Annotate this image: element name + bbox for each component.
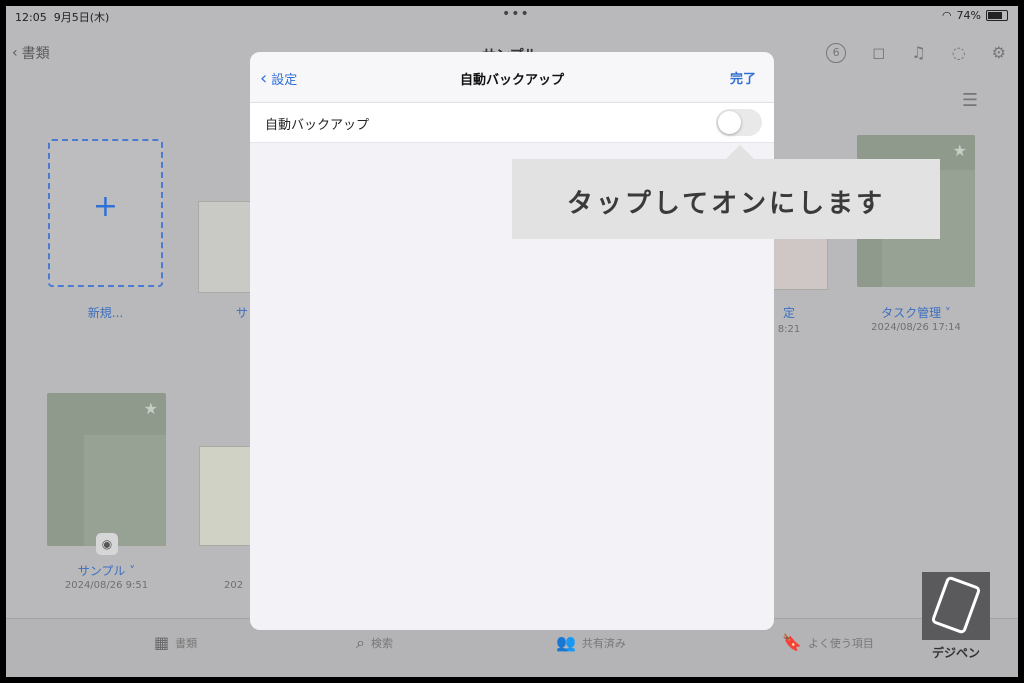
tab-label: 共有済み [581,636,626,650]
battery-icon [986,10,1008,21]
task-date: 2024/08/26 17:14 [871,322,961,333]
document-thumbnail-3[interactable] [768,238,828,290]
auto-backup-toggle[interactable] [716,109,762,136]
document-label-3[interactable]: 定 [774,304,804,321]
toggle-knob [718,111,741,134]
tab-label: 検索 [370,637,393,650]
instruction-callout: タップしてオンにします [512,145,940,239]
toolbar-icons: 6 ◻ ♫ ◌ ⚙ [826,43,1006,63]
modal-title: 自動バックアップ [459,73,564,88]
new-document-label[interactable]: 新規... [48,304,163,321]
tablet-pen-icon [930,575,982,635]
new-document-card[interactable]: + [48,139,163,287]
auto-backup-row: 自動バックアップ [250,103,774,143]
star-icon[interactable]: ★ [144,399,158,418]
document-label-1[interactable]: サ [232,304,252,321]
tab-label: 書類 [175,636,198,650]
chevron-left-icon: ‹ [12,45,18,61]
tab-search[interactable]: ⌕ 検索 [356,633,393,653]
battery-percent: 74% [956,9,981,22]
sample-date: 2024/08/26 9:51 [64,580,149,591]
done-button[interactable]: 完了 [730,68,756,87]
logo-badge [922,572,990,640]
tab-label: よく使う項目 [807,636,874,650]
document-date-3: 8:21 [777,324,801,335]
notebook-sample[interactable]: ★ [47,393,166,546]
multitask-dots-icon[interactable]: ••• [502,6,530,22]
list-view-icon[interactable]: ☰ [962,90,978,111]
back-label: 書類 [21,46,50,62]
search-icon: ⌕ [356,633,365,652]
logo-text: デジペン [931,646,980,660]
shopping-bag-icon[interactable]: ◻ [872,43,885,63]
plus-icon: + [92,189,119,224]
tab-favorites[interactable]: 🔖 よく使う項目 [782,633,874,652]
gear-icon[interactable]: ⚙ [992,43,1006,63]
status-time: 12:05 9月5日(木) [15,11,110,24]
sample-label[interactable]: サンプル ˅ [47,562,166,579]
bell-icon[interactable]: ♫ [911,43,925,63]
people-icon: 👥 [556,633,576,652]
star-icon[interactable]: ★ [953,141,967,160]
check-circle-icon[interactable]: ◌ [952,43,966,63]
status-right: ◠ 74% [942,9,1008,22]
tab-documents[interactable]: ▦ 書類 [154,633,197,652]
callout-arrow [726,145,754,159]
callout-text: タップしてオンにします [566,189,886,219]
back-button[interactable]: ‹ 書類 [12,43,50,63]
wifi-icon: ◠ [941,9,952,22]
modal-header: ‹ 設定 自動バックアップ 完了 [250,52,774,103]
bookmark-star-icon: 🔖 [782,633,802,652]
auto-backup-modal: ‹ 設定 自動バックアップ 完了 自動バックアップ [250,52,774,630]
auto-backup-label: 自動バックアップ [265,118,370,133]
tab-shared[interactable]: 👥 共有済み [556,633,626,652]
grid-icon: ▦ [154,633,170,652]
status-bar: 12:05 9月5日(木) ••• ◠ 74% [6,6,1018,26]
sync-icon: ◉ [96,533,118,555]
app-screen: 12:05 9月5日(木) ••• ◠ 74% ‹ 書類 サンプル 6 ◻ ♫ … [6,6,1018,677]
task-label[interactable]: タスク管理 ˅ [857,304,975,321]
count-badge-button[interactable]: 6 [826,43,847,63]
